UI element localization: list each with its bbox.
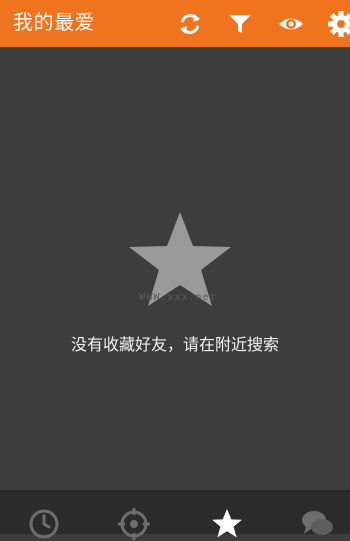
- refresh-icon[interactable]: [176, 10, 204, 38]
- tab-recent[interactable]: [0, 491, 87, 539]
- location-target-icon: [118, 508, 150, 540]
- watermark: WWW.xxx.net: [139, 292, 217, 303]
- bottom-tab-bar: [0, 490, 350, 540]
- eye-icon[interactable]: [277, 10, 305, 38]
- tab-favorites[interactable]: [183, 491, 270, 538]
- clock-icon: [29, 509, 59, 539]
- chat-bubbles-icon: [302, 511, 333, 535]
- app-header: 我的最爱: [0, 0, 350, 47]
- gear-icon[interactable]: [327, 10, 350, 38]
- page-title: 我的最爱: [13, 10, 95, 34]
- empty-state-message: 没有收藏好友，请在附近搜索: [70, 335, 279, 354]
- filter-icon[interactable]: [226, 10, 254, 38]
- tab-nearby[interactable]: [90, 491, 177, 540]
- tab-messages[interactable]: [273, 491, 350, 535]
- star-icon: [212, 509, 242, 538]
